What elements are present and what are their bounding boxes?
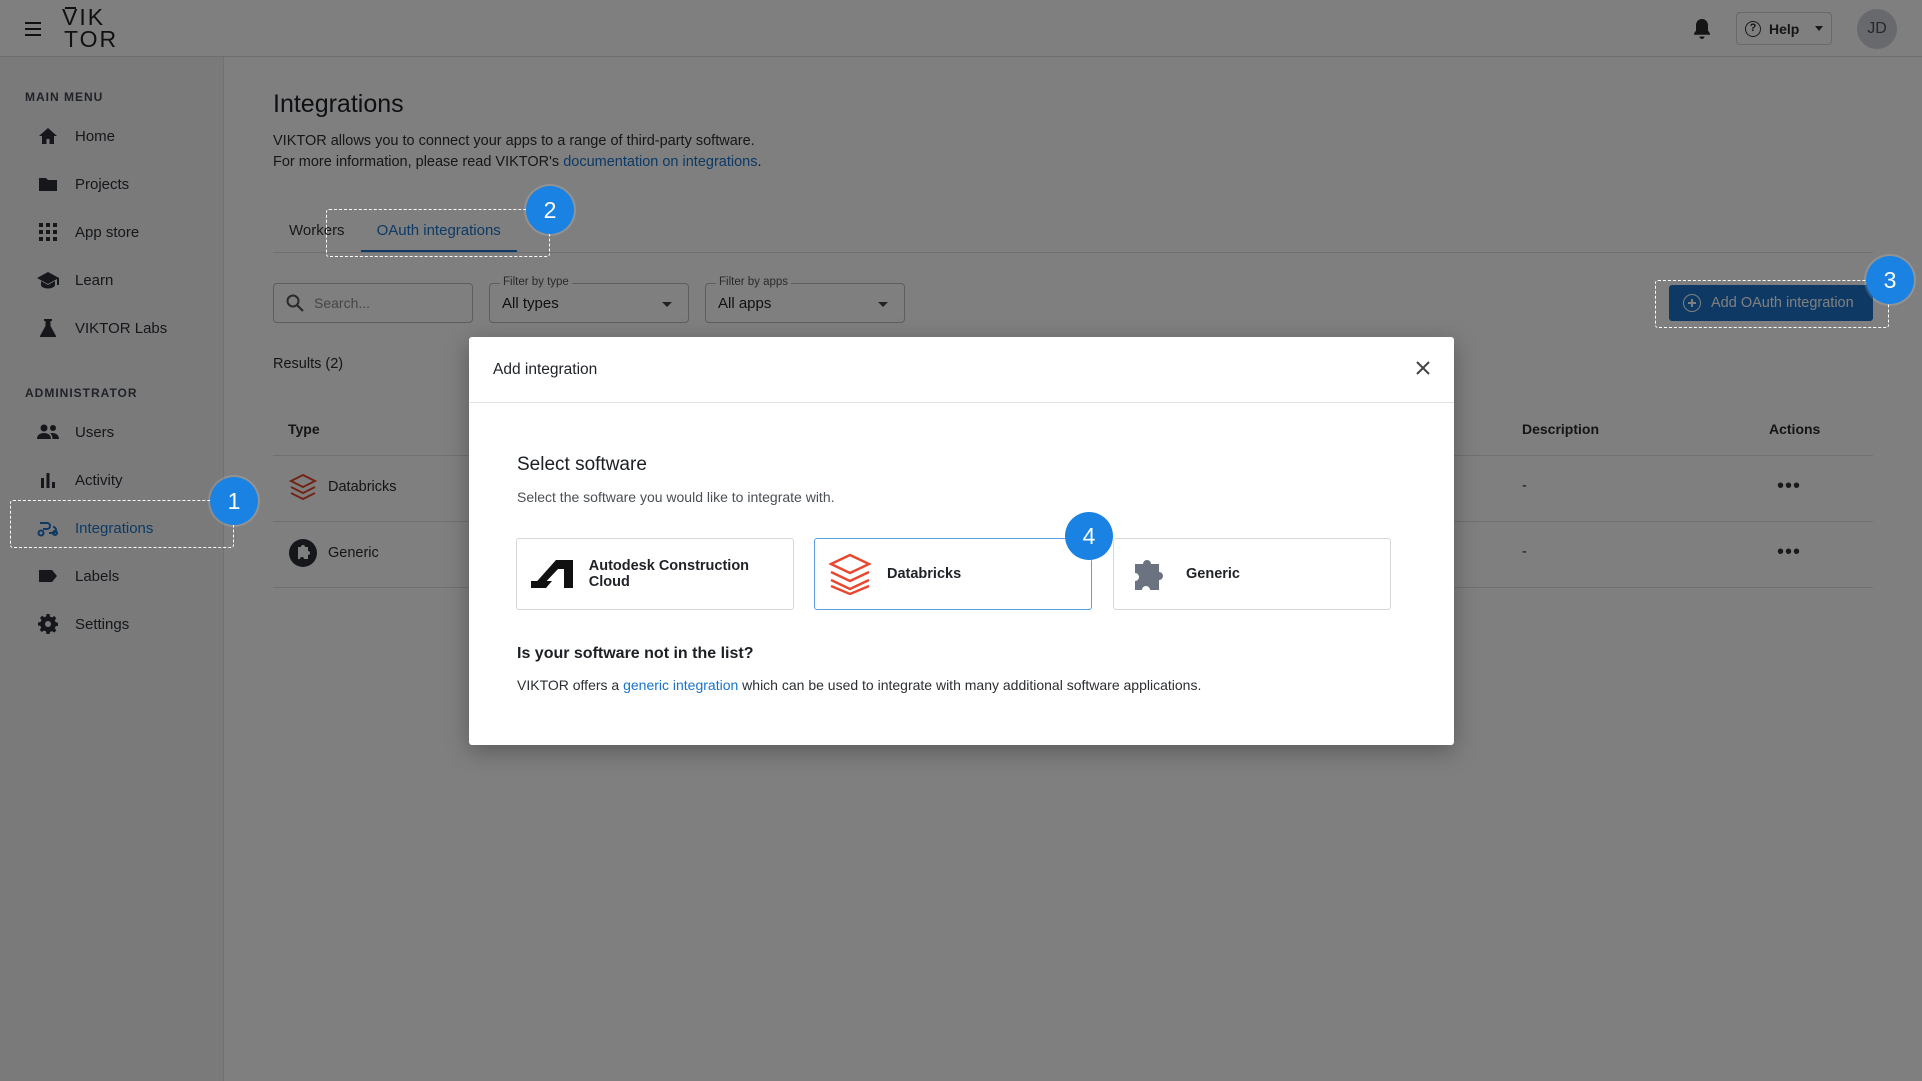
software-card-autodesk[interactable]: Autodesk Construction Cloud <box>516 538 794 610</box>
puzzle-icon <box>1126 551 1172 597</box>
callout-badge-3: 3 <box>1866 256 1914 304</box>
callout-highlight-oauth-tab <box>326 209 550 257</box>
callout-badge-2: 2 <box>526 186 574 234</box>
callout-highlight-integrations <box>10 500 234 548</box>
software-card-generic[interactable]: Generic <box>1113 538 1391 610</box>
dialog-divider <box>469 402 1454 403</box>
callout-badge-1: 1 <box>210 477 258 525</box>
not-in-list-heading: Is your software not in the list? <box>517 645 754 662</box>
callout-highlight-add-button <box>1655 280 1889 328</box>
databricks-icon <box>827 551 873 597</box>
generic-prefix: VIKTOR offers a <box>517 677 624 693</box>
close-icon[interactable] <box>1412 357 1434 379</box>
autodesk-icon <box>529 551 575 597</box>
callout-badge-4: 4 <box>1065 512 1113 560</box>
select-software-subtitle: Select the software you would like to in… <box>517 489 835 505</box>
card-label: Generic <box>1186 566 1240 582</box>
generic-integration-text: VIKTOR offers a generic integration whic… <box>517 677 1201 693</box>
software-card-databricks[interactable]: Databricks <box>814 538 1092 610</box>
generic-integration-link[interactable]: generic integration <box>623 677 738 693</box>
generic-suffix: which can be used to integrate with many… <box>738 677 1202 693</box>
card-label: Databricks <box>887 566 962 582</box>
select-software-heading: Select software <box>517 454 647 475</box>
dialog-title: Add integration <box>493 361 598 378</box>
card-label: Autodesk Construction Cloud <box>588 558 750 590</box>
add-integration-dialog: Add integration Select software Select t… <box>469 337 1454 745</box>
